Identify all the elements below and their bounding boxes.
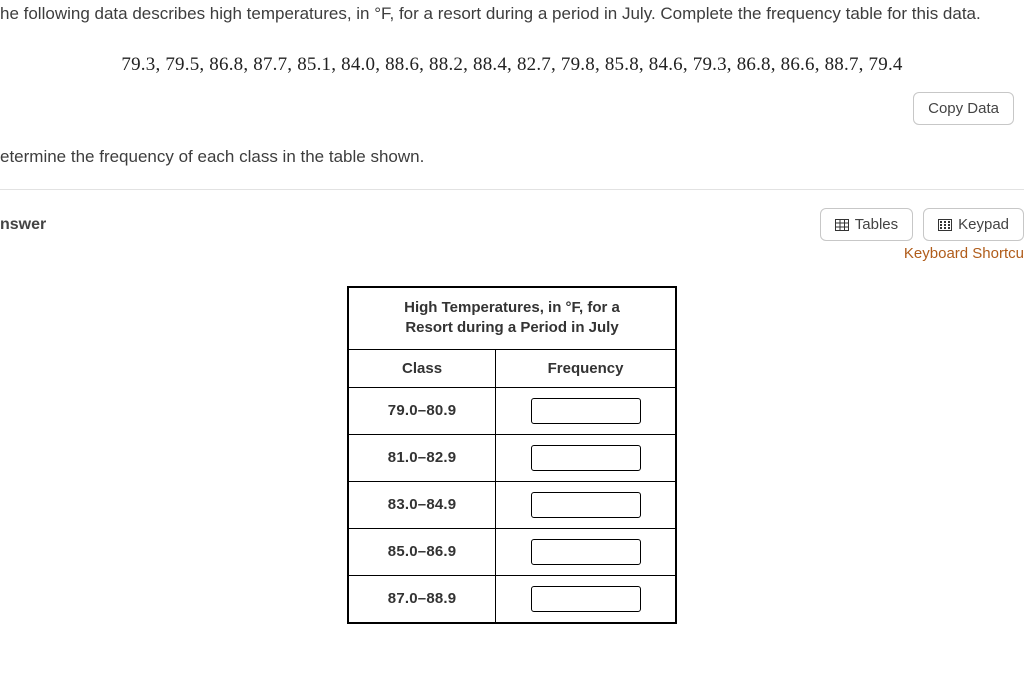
keypad-label: Keypad — [958, 217, 1009, 232]
frequency-input-1[interactable] — [531, 445, 641, 471]
data-values: 79.3, 79.5, 86.8, 87.7, 85.1, 84.0, 88.6… — [0, 54, 1024, 76]
col-header-class: Class — [348, 349, 496, 387]
copy-data-button[interactable]: Copy Data — [913, 92, 1014, 125]
copy-data-label: Copy Data — [928, 101, 999, 116]
class-cell: 81.0–82.9 — [348, 434, 496, 481]
frequency-input-3[interactable] — [531, 539, 641, 565]
class-cell: 83.0–84.9 — [348, 481, 496, 528]
table-title-line1: High Temperatures, in °F, for a — [404, 299, 620, 316]
table-icon — [835, 219, 849, 231]
keypad-button[interactable]: Keypad — [923, 208, 1024, 241]
answer-heading: nswer — [0, 216, 46, 234]
tables-button[interactable]: Tables — [820, 208, 913, 241]
table-row: 81.0–82.9 — [348, 434, 676, 481]
class-cell: 85.0–86.9 — [348, 528, 496, 575]
frequency-input-2[interactable] — [531, 492, 641, 518]
class-cell: 79.0–80.9 — [348, 387, 496, 434]
table-row: 79.0–80.9 — [348, 387, 676, 434]
frequency-input-4[interactable] — [531, 586, 641, 612]
frequency-input-0[interactable] — [531, 398, 641, 424]
section-divider — [0, 189, 1024, 190]
table-row: 83.0–84.9 — [348, 481, 676, 528]
table-title-line2: Resort during a Period in July — [405, 319, 618, 336]
instruction-text: etermine the frequency of each class in … — [0, 147, 1024, 167]
col-header-frequency: Frequency — [496, 349, 676, 387]
keypad-icon — [938, 219, 952, 231]
keyboard-shortcuts-link[interactable]: Keyboard Shortcu — [904, 245, 1024, 262]
class-cell: 87.0–88.9 — [348, 575, 496, 623]
table-row: 85.0–86.9 — [348, 528, 676, 575]
table-row: 87.0–88.9 — [348, 575, 676, 623]
question-intro: he following data describes high tempera… — [0, 0, 1024, 36]
table-title: High Temperatures, in °F, for a Resort d… — [348, 287, 676, 349]
frequency-table: High Temperatures, in °F, for a Resort d… — [347, 286, 677, 624]
tables-label: Tables — [855, 217, 898, 232]
